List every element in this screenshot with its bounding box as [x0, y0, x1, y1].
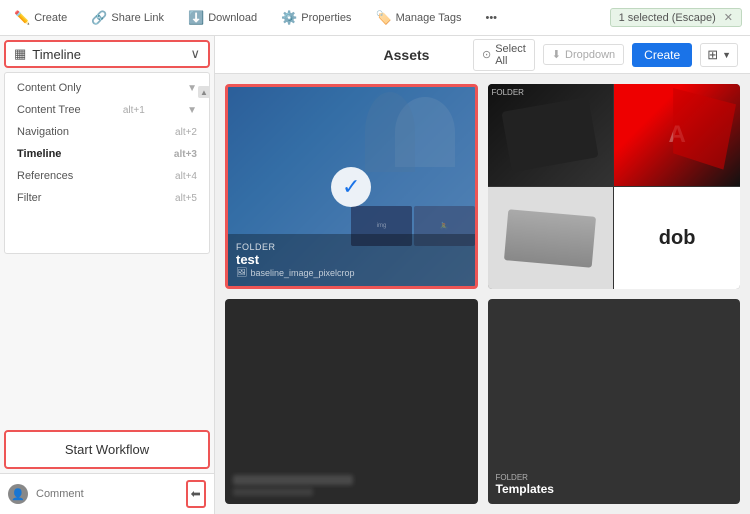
content-area: Assets ⊙ Select All ⬇ Dropdown Create ⊞ …	[215, 36, 750, 514]
view-chevron-icon: ▼	[722, 50, 731, 60]
scroll-up-button[interactable]: ▲	[198, 86, 210, 98]
sidebar-item-filter[interactable]: Filter alt+5	[5, 187, 209, 209]
blurred-text-2	[233, 488, 313, 496]
toolbar-share-link[interactable]: 🔗 Share Link	[85, 6, 170, 30]
templates-info: FOLDER Templates	[496, 473, 554, 496]
avatar: 👤	[8, 484, 28, 504]
sidebar-item-references[interactable]: References alt+4	[5, 165, 209, 187]
toolbar-create[interactable]: ✏️ Create	[8, 6, 73, 30]
selected-count: 1 selected (Escape)	[619, 12, 716, 24]
filter-label: Filter	[17, 192, 41, 204]
view-toggle-button[interactable]: ⊞ ▼	[700, 43, 738, 67]
sidebar-menu: Content Only ▼ Content Tree alt+1 ▼ Navi…	[4, 72, 210, 254]
dropdown-label: Dropdown	[565, 49, 615, 61]
create-button[interactable]: Create	[632, 43, 692, 67]
card-info: FOLDER test 🖼 baseline_image_pixelcrop	[228, 234, 475, 286]
manage-tags-label: Manage Tags	[396, 12, 462, 24]
avatar-icon: 👤	[11, 488, 25, 501]
sidebar: ▦ Timeline ∨ ▲ Content Only ▼ Content Tr…	[0, 36, 215, 514]
card-name: test	[236, 252, 467, 267]
asset-card-shoes[interactable]: A dob FOLDER	[488, 84, 741, 289]
card-meta-text: baseline_image_pixelcrop	[250, 268, 354, 278]
shoe-tile-1	[488, 84, 614, 186]
dropdown-button[interactable]: ⬇ Dropdown	[543, 44, 624, 65]
comment-area: 👤 ⬆	[0, 473, 214, 514]
assets-title: Assets	[350, 47, 463, 63]
content-tree-shortcut: alt+1	[123, 105, 145, 116]
checkmark-icon: ✓	[342, 174, 360, 200]
assets-grid: img 🚴 FOLDER test 🖼 baseline_image_pixel…	[215, 74, 750, 514]
sidebar-item-navigation[interactable]: Navigation alt+2	[5, 121, 209, 143]
blurred-text-1	[233, 475, 353, 485]
share-link-label: Share Link	[111, 12, 164, 24]
sidebar-chevron-icon: ∨	[190, 46, 200, 62]
asset-card-dark[interactable]	[225, 299, 478, 504]
toolbar-manage-tags[interactable]: 🏷️ Manage Tags	[369, 6, 467, 30]
dark-card-content	[233, 475, 353, 496]
card-meta-icon: 🖼	[236, 267, 247, 278]
deselect-close[interactable]: ✕	[724, 11, 733, 24]
start-workflow-label: Start Workflow	[65, 442, 149, 457]
toolbar-more[interactable]: •••	[479, 8, 503, 28]
card-folder-label: FOLDER	[236, 242, 467, 252]
sidebar-item-content-only[interactable]: Content Only ▼	[5, 77, 209, 99]
toolbar-properties[interactable]: ⚙️ Properties	[275, 6, 357, 30]
card-meta: 🖼 baseline_image_pixelcrop	[236, 267, 467, 278]
create-icon: ✏️	[14, 10, 30, 26]
more-icon: •••	[485, 12, 497, 24]
references-label: References	[17, 170, 73, 182]
create-label: Create	[34, 12, 67, 24]
navigation-shortcut: alt+2	[175, 127, 197, 138]
main-area: ▦ Timeline ∨ ▲ Content Only ▼ Content Tr…	[0, 36, 750, 514]
content-only-label: Content Only	[17, 82, 81, 94]
top-toolbar: ✏️ Create 🔗 Share Link ⬇️ Download ⚙️ Pr…	[0, 0, 750, 36]
sidebar-item-timeline[interactable]: Timeline alt+3	[5, 143, 209, 165]
download-icon: ⬇️	[188, 10, 204, 26]
references-shortcut: alt+4	[175, 171, 197, 182]
templates-name: Templates	[496, 482, 554, 496]
sidebar-header-label: Timeline	[32, 47, 81, 62]
shoe-tile-3	[488, 187, 614, 289]
download-label: Download	[208, 12, 257, 24]
comment-input[interactable]	[36, 488, 178, 500]
filter-shortcut: alt+5	[175, 193, 197, 204]
comment-send-button[interactable]: ⬆	[186, 480, 206, 508]
grid-view-icon: ⊞	[707, 47, 718, 63]
properties-label: Properties	[301, 12, 351, 24]
shoes-folder-label: FOLDER	[492, 88, 524, 97]
content-tree-label: Content Tree	[17, 104, 81, 116]
start-workflow-button[interactable]: Start Workflow	[4, 430, 210, 469]
content-tree-arrow: ▼	[187, 105, 197, 116]
timeline-label: Timeline	[17, 148, 61, 160]
checkmark-overlay: ✓	[331, 167, 371, 207]
sidebar-item-content-tree[interactable]: Content Tree alt+1 ▼	[5, 99, 209, 121]
timeline-view-icon: ▦	[14, 46, 26, 62]
select-all-button[interactable]: ⊙ Select All	[473, 39, 535, 71]
select-all-label: Select All	[495, 43, 526, 67]
scroll-handle: ▲	[198, 86, 210, 98]
manage-tags-icon: 🏷️	[375, 10, 391, 26]
asset-card-templates[interactable]: FOLDER Templates	[488, 299, 741, 504]
toolbar-download[interactable]: ⬇️ Download	[182, 6, 263, 30]
sidebar-header[interactable]: ▦ Timeline ∨	[4, 40, 210, 68]
templates-folder-label: FOLDER	[496, 473, 554, 482]
content-only-arrow: ▼	[187, 83, 197, 94]
bg-shape-2	[365, 92, 415, 172]
send-icon: ⬆	[189, 489, 203, 499]
navigation-label: Navigation	[17, 126, 69, 138]
dropdown-icon: ⬇	[552, 48, 561, 61]
shoe-tile-dob: dob	[614, 187, 740, 289]
share-link-icon: 🔗	[91, 10, 107, 26]
shoe-tile-2: A	[614, 84, 740, 186]
timeline-shortcut: alt+3	[174, 149, 197, 160]
asset-card-folder-test[interactable]: img 🚴 FOLDER test 🖼 baseline_image_pixel…	[225, 84, 478, 289]
select-all-icon: ⊙	[482, 48, 491, 61]
properties-icon: ⚙️	[281, 10, 297, 26]
create-label: Create	[644, 48, 680, 62]
assets-header: Assets ⊙ Select All ⬇ Dropdown Create ⊞ …	[215, 36, 750, 74]
selected-badge: 1 selected (Escape) ✕	[610, 8, 742, 27]
shoes-grid: A dob	[488, 84, 741, 289]
